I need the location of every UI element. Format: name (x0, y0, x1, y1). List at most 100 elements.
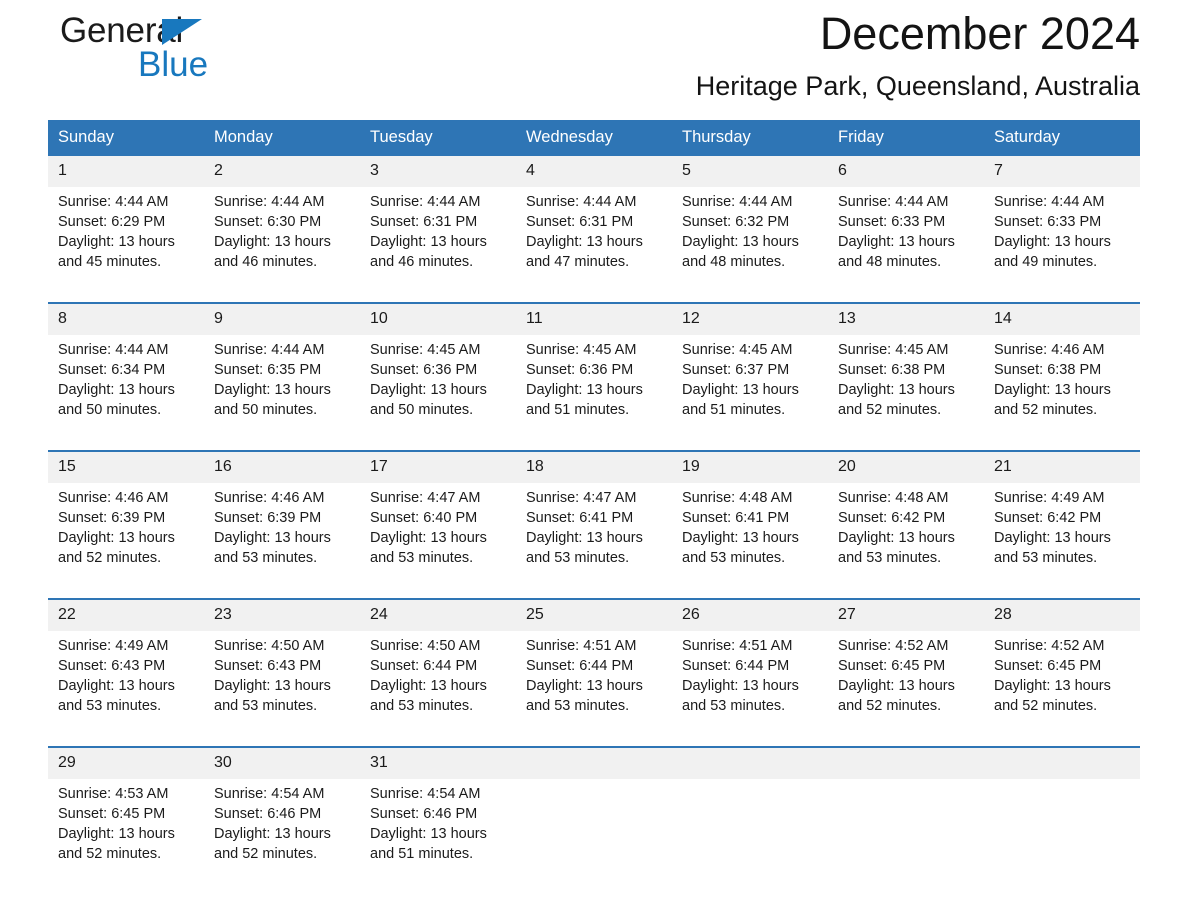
daylight-text-line2: and 53 minutes. (994, 550, 1098, 566)
weekday-header-tuesday: Tuesday (360, 120, 516, 156)
day-number[interactable]: 10 (360, 302, 516, 335)
day-number[interactable]: 6 (828, 156, 984, 187)
day-number[interactable]: 29 (48, 746, 204, 779)
day-number[interactable]: 27 (828, 598, 984, 631)
day-number[interactable]: 4 (516, 156, 672, 187)
day-number-empty (828, 746, 984, 779)
day-number[interactable]: 15 (48, 450, 204, 483)
day-cell[interactable]: Sunrise: 4:48 AM Sunset: 6:42 PM Dayligh… (828, 483, 984, 599)
day-cell[interactable]: Sunrise: 4:46 AM Sunset: 6:39 PM Dayligh… (48, 483, 204, 599)
day-cell[interactable]: Sunrise: 4:44 AM Sunset: 6:33 PM Dayligh… (984, 187, 1140, 303)
day-number[interactable]: 18 (516, 450, 672, 483)
day-cell[interactable]: Sunrise: 4:44 AM Sunset: 6:31 PM Dayligh… (516, 187, 672, 303)
day-number[interactable]: 25 (516, 598, 672, 631)
day-number-empty (672, 746, 828, 779)
day-number[interactable]: 5 (672, 156, 828, 187)
day-cell[interactable]: Sunrise: 4:44 AM Sunset: 6:31 PM Dayligh… (360, 187, 516, 303)
day-number[interactable]: 20 (828, 450, 984, 483)
sunset-text: Sunset: 6:31 PM (526, 214, 634, 230)
day-cell[interactable]: Sunrise: 4:50 AM Sunset: 6:43 PM Dayligh… (204, 631, 360, 747)
day-number[interactable]: 30 (204, 746, 360, 779)
sunset-text: Sunset: 6:45 PM (838, 658, 946, 674)
day-detail-row: Sunrise: 4:46 AM Sunset: 6:39 PM Dayligh… (48, 483, 1140, 599)
day-cell[interactable]: Sunrise: 4:48 AM Sunset: 6:41 PM Dayligh… (672, 483, 828, 599)
day-cell[interactable]: Sunrise: 4:46 AM Sunset: 6:38 PM Dayligh… (984, 335, 1140, 451)
day-cell[interactable]: Sunrise: 4:51 AM Sunset: 6:44 PM Dayligh… (672, 631, 828, 747)
daylight-text-line2: and 46 minutes. (370, 254, 474, 270)
day-cell[interactable]: Sunrise: 4:52 AM Sunset: 6:45 PM Dayligh… (984, 631, 1140, 747)
daylight-text-line1: Daylight: 13 hours (682, 234, 799, 250)
day-cell[interactable]: Sunrise: 4:49 AM Sunset: 6:42 PM Dayligh… (984, 483, 1140, 599)
day-number[interactable]: 13 (828, 302, 984, 335)
day-number[interactable]: 17 (360, 450, 516, 483)
day-cell[interactable]: Sunrise: 4:47 AM Sunset: 6:41 PM Dayligh… (516, 483, 672, 599)
day-cell[interactable]: Sunrise: 4:52 AM Sunset: 6:45 PM Dayligh… (828, 631, 984, 747)
daylight-text-line1: Daylight: 13 hours (214, 678, 331, 694)
day-number[interactable]: 3 (360, 156, 516, 187)
daylight-text-line1: Daylight: 13 hours (370, 678, 487, 694)
sunrise-text: Sunrise: 4:50 AM (214, 638, 325, 654)
day-cell[interactable]: Sunrise: 4:47 AM Sunset: 6:40 PM Dayligh… (360, 483, 516, 599)
day-cell[interactable]: Sunrise: 4:45 AM Sunset: 6:36 PM Dayligh… (360, 335, 516, 451)
day-cell[interactable]: Sunrise: 4:44 AM Sunset: 6:29 PM Dayligh… (48, 187, 204, 303)
day-number[interactable]: 31 (360, 746, 516, 779)
daylight-text-line2: and 51 minutes. (370, 846, 474, 862)
sunrise-text: Sunrise: 4:44 AM (58, 194, 169, 210)
daylight-text-line1: Daylight: 13 hours (838, 234, 955, 250)
sunrise-text: Sunrise: 4:44 AM (58, 342, 169, 358)
day-number[interactable]: 21 (984, 450, 1140, 483)
day-cell[interactable]: Sunrise: 4:51 AM Sunset: 6:44 PM Dayligh… (516, 631, 672, 747)
day-cell[interactable]: Sunrise: 4:44 AM Sunset: 6:30 PM Dayligh… (204, 187, 360, 303)
day-number[interactable]: 28 (984, 598, 1140, 631)
sunset-text: Sunset: 6:30 PM (214, 214, 322, 230)
day-number[interactable]: 26 (672, 598, 828, 631)
day-number[interactable]: 9 (204, 302, 360, 335)
sunset-text: Sunset: 6:43 PM (58, 658, 166, 674)
day-number[interactable]: 14 (984, 302, 1140, 335)
sunset-text: Sunset: 6:35 PM (214, 362, 322, 378)
day-number[interactable]: 16 (204, 450, 360, 483)
day-cell[interactable]: Sunrise: 4:45 AM Sunset: 6:38 PM Dayligh… (828, 335, 984, 451)
sunrise-text: Sunrise: 4:44 AM (838, 194, 949, 210)
sunset-text: Sunset: 6:44 PM (682, 658, 790, 674)
day-number[interactable]: 19 (672, 450, 828, 483)
day-cell[interactable]: Sunrise: 4:44 AM Sunset: 6:35 PM Dayligh… (204, 335, 360, 451)
day-cell[interactable]: Sunrise: 4:50 AM Sunset: 6:44 PM Dayligh… (360, 631, 516, 747)
sunset-text: Sunset: 6:32 PM (682, 214, 790, 230)
day-number[interactable]: 22 (48, 598, 204, 631)
day-number[interactable]: 24 (360, 598, 516, 631)
day-number[interactable]: 23 (204, 598, 360, 631)
day-number[interactable]: 12 (672, 302, 828, 335)
daylight-text-line2: and 53 minutes. (214, 550, 318, 566)
sunrise-text: Sunrise: 4:47 AM (370, 490, 481, 506)
day-cell[interactable]: Sunrise: 4:45 AM Sunset: 6:37 PM Dayligh… (672, 335, 828, 451)
day-number[interactable]: 1 (48, 156, 204, 187)
day-cell[interactable]: Sunrise: 4:46 AM Sunset: 6:39 PM Dayligh… (204, 483, 360, 599)
day-cell[interactable]: Sunrise: 4:44 AM Sunset: 6:32 PM Dayligh… (672, 187, 828, 303)
daylight-text-line2: and 53 minutes. (682, 698, 786, 714)
daylight-text-line1: Daylight: 13 hours (526, 382, 643, 398)
day-cell[interactable]: Sunrise: 4:54 AM Sunset: 6:46 PM Dayligh… (360, 779, 516, 894)
day-number[interactable]: 11 (516, 302, 672, 335)
day-cell[interactable]: Sunrise: 4:44 AM Sunset: 6:34 PM Dayligh… (48, 335, 204, 451)
day-number[interactable]: 7 (984, 156, 1140, 187)
day-cell[interactable]: Sunrise: 4:53 AM Sunset: 6:45 PM Dayligh… (48, 779, 204, 894)
general-blue-logo[interactable]: General Blue (60, 12, 360, 98)
page-header: General Blue December 2024 Heritage Park… (48, 0, 1140, 112)
day-cell[interactable]: Sunrise: 4:54 AM Sunset: 6:46 PM Dayligh… (204, 779, 360, 894)
day-number[interactable]: 8 (48, 302, 204, 335)
day-cell[interactable]: Sunrise: 4:45 AM Sunset: 6:36 PM Dayligh… (516, 335, 672, 451)
sunrise-sunset-calendar: Sunday Monday Tuesday Wednesday Thursday… (48, 120, 1140, 894)
day-cell[interactable]: Sunrise: 4:49 AM Sunset: 6:43 PM Dayligh… (48, 631, 204, 747)
day-cell[interactable]: Sunrise: 4:44 AM Sunset: 6:33 PM Dayligh… (828, 187, 984, 303)
sunset-text: Sunset: 6:31 PM (370, 214, 478, 230)
day-number[interactable]: 2 (204, 156, 360, 187)
daylight-text-line2: and 53 minutes. (838, 550, 942, 566)
sunset-text: Sunset: 6:36 PM (526, 362, 634, 378)
daylight-text-line2: and 52 minutes. (994, 698, 1098, 714)
sunrise-text: Sunrise: 4:46 AM (58, 490, 169, 506)
daylight-text-line2: and 52 minutes. (994, 402, 1098, 418)
sunrise-text: Sunrise: 4:54 AM (214, 786, 325, 802)
sunrise-text: Sunrise: 4:50 AM (370, 638, 481, 654)
sunset-text: Sunset: 6:33 PM (994, 214, 1102, 230)
